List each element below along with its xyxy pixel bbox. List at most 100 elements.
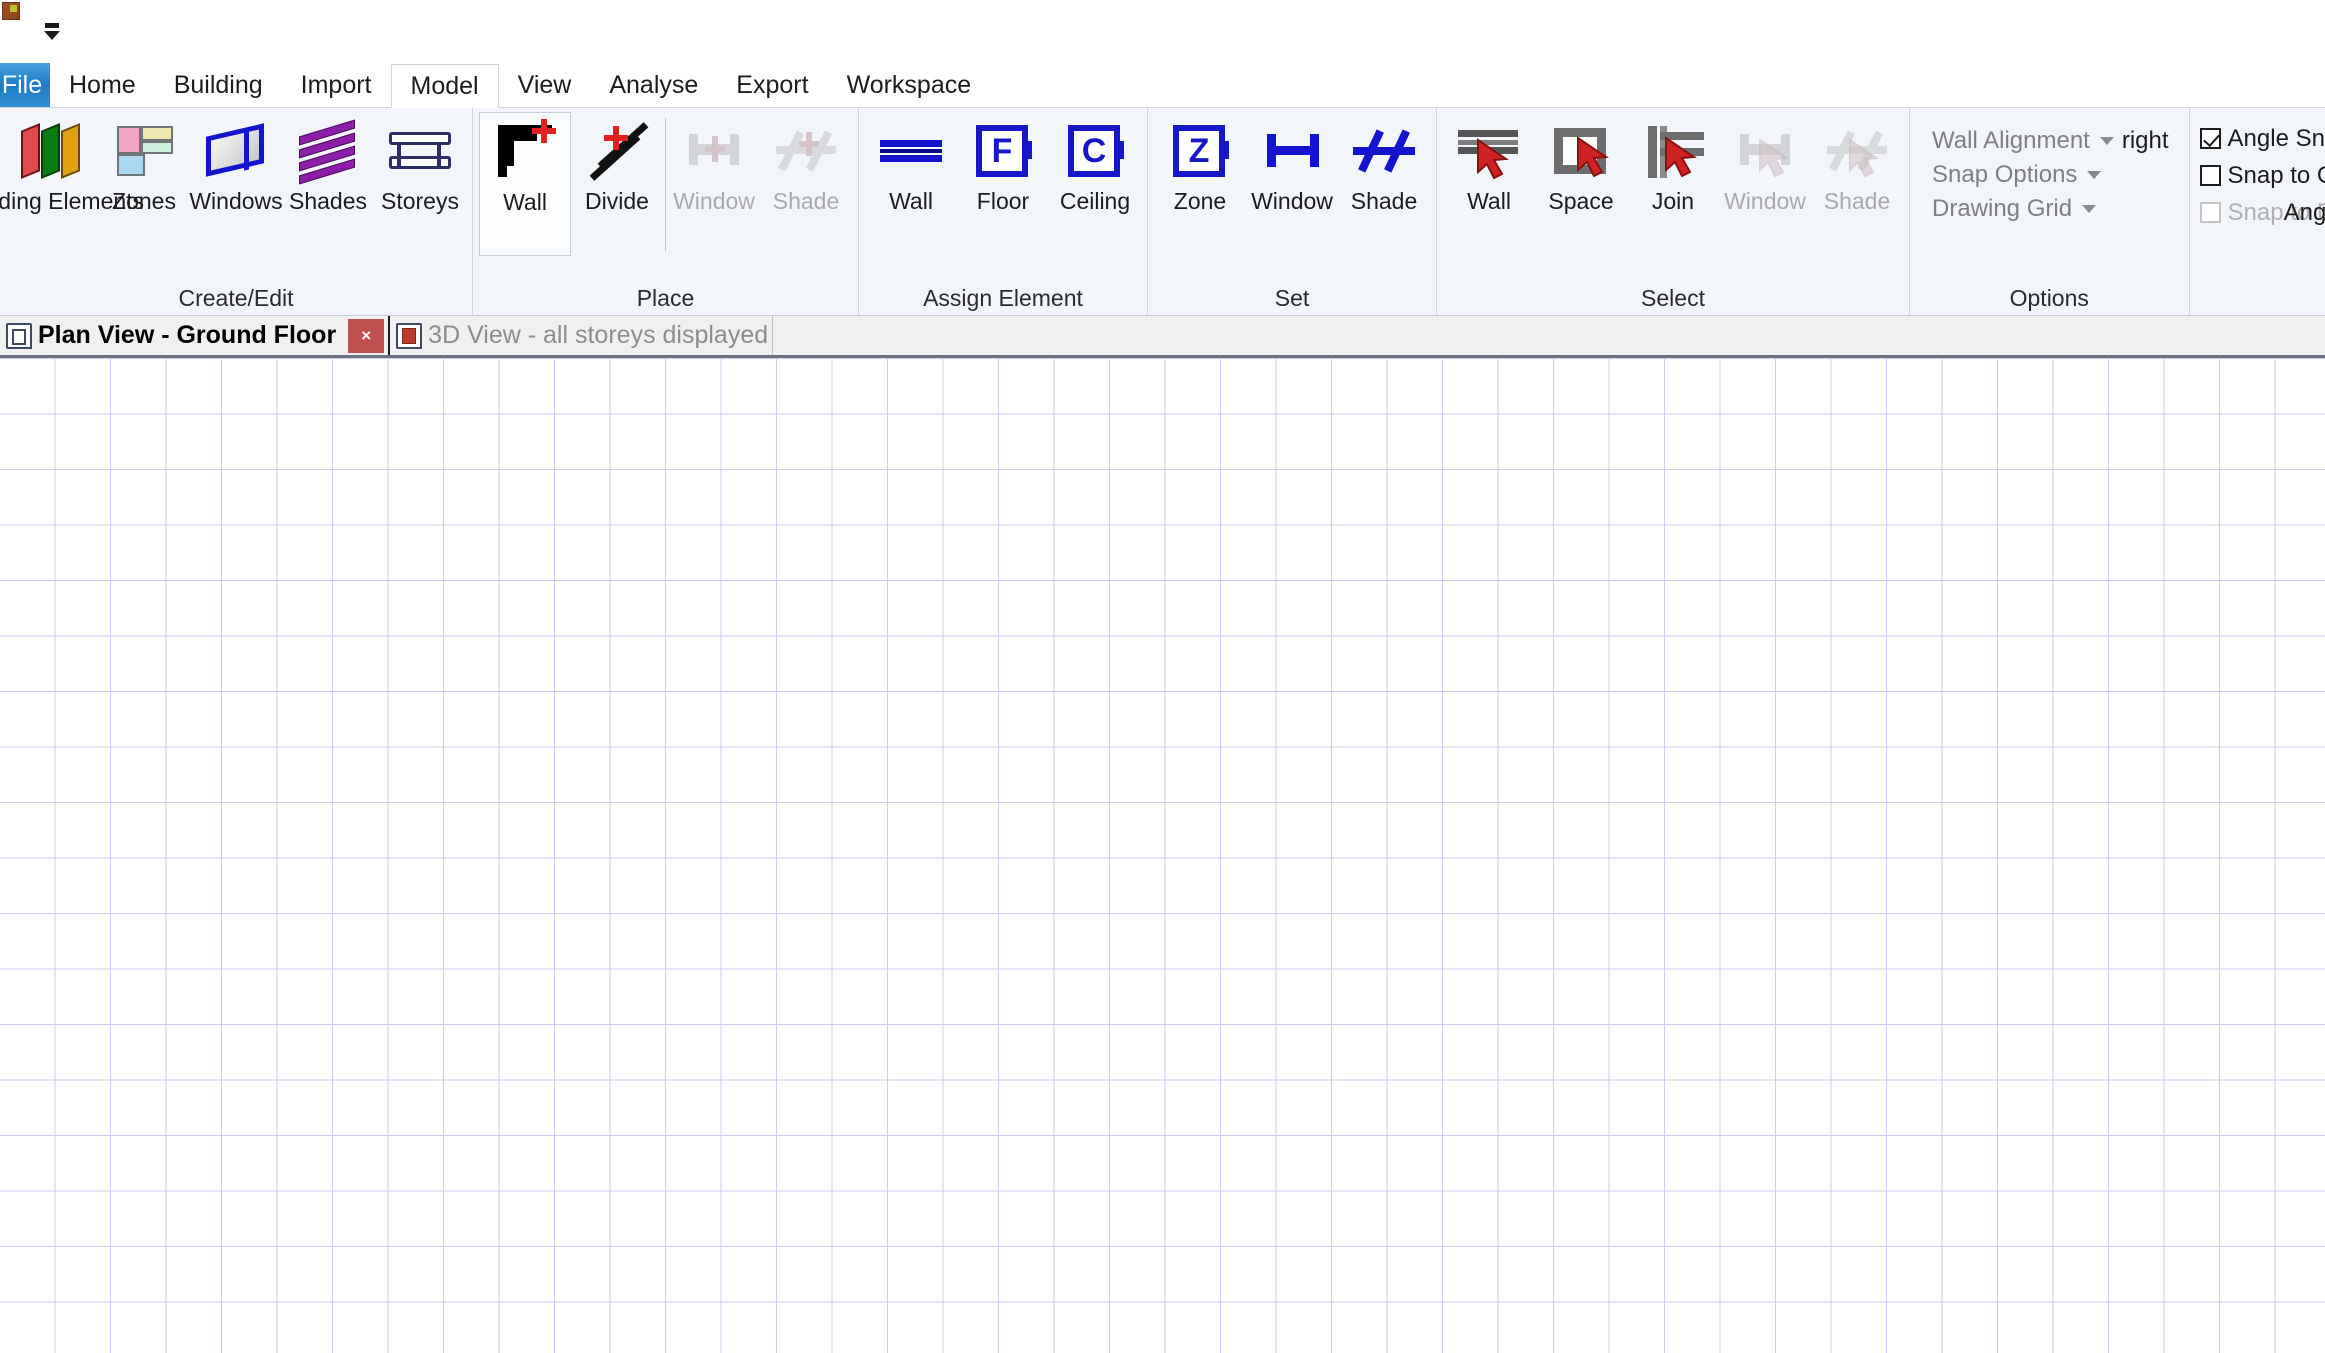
wall-alignment-value: right: [2121, 127, 2169, 154]
chevron-down-icon[interactable]: [2087, 171, 2102, 179]
windows-button[interactable]: Windows: [189, 112, 283, 214]
assign-floor-glyph: F: [982, 131, 1022, 171]
angle-snap-checkbox[interactable]: Angle Snap: [2199, 120, 2325, 157]
select-space-label: Space: [1548, 188, 1614, 214]
ribbon-group-drawing-grid: Angle Snap Snap to Grid Snap to DWG Grid…: [2190, 108, 2325, 315]
set-zone-label: Zone: [1173, 188, 1227, 214]
assign-ceiling-icon: C: [1060, 116, 1130, 186]
select-shade-button: Shade: [1811, 112, 1903, 214]
select-shade-icon: [1822, 116, 1892, 186]
tab-analyse[interactable]: Analyse: [590, 63, 717, 107]
place-shade-label: Shade: [772, 188, 840, 214]
grid-angle-label: Angle: [2283, 199, 2325, 226]
assign-wall-label: Wall: [889, 188, 933, 214]
snap-options-label: Snap Options: [1932, 161, 2078, 188]
chevron-down-icon[interactable]: [2099, 137, 2114, 145]
app-icon[interactable]: [2, 2, 20, 20]
set-zone-glyph: Z: [1179, 131, 1219, 171]
drawing-grid-dropdown[interactable]: Drawing Grid: [1932, 192, 2169, 226]
divide-icon: [582, 116, 652, 186]
plan-view-canvas[interactable]: [0, 358, 2325, 1353]
snap-to-grid-label: Snap to Grid: [2227, 161, 2325, 189]
place-window-button: Window: [668, 112, 760, 214]
select-join-icon: [1638, 116, 1708, 186]
shades-button[interactable]: Shades: [282, 112, 374, 214]
tab-workspace[interactable]: Workspace: [828, 63, 991, 107]
close-icon[interactable]: ×: [348, 318, 385, 353]
select-wall-label: Wall: [1467, 188, 1511, 214]
tab-export[interactable]: Export: [717, 63, 827, 107]
snap-options-dropdown[interactable]: Snap Options: [1932, 158, 2169, 192]
set-window-button[interactable]: Window: [1246, 112, 1338, 214]
place-wall-label: Wall: [503, 189, 547, 215]
assign-floor-label: Floor: [976, 188, 1030, 214]
ribbon-group-create-edit: Building Elements Zones Windows Shades S…: [0, 108, 473, 315]
place-window-icon: [679, 116, 749, 186]
set-shade-button[interactable]: Shade: [1338, 112, 1430, 214]
set-window-icon: [1257, 116, 1327, 186]
ribbon-tab-bar: File Home Building Import Model View Ana…: [0, 62, 2325, 108]
document-tab-bar: Plan View - Ground Floor × 3D View - all…: [0, 316, 2325, 358]
tab-view[interactable]: View: [499, 63, 591, 107]
group-title-set: Set: [1274, 285, 1310, 311]
tab-home[interactable]: Home: [50, 63, 155, 107]
place-wall-icon: [490, 117, 560, 187]
drawing-grid-dropdown-label: Drawing Grid: [1932, 195, 2073, 222]
divide-button[interactable]: Divide: [571, 112, 663, 214]
select-space-button[interactable]: Space: [1535, 112, 1627, 214]
storeys-label: Storeys: [381, 188, 459, 214]
checkbox-icon[interactable]: [2199, 165, 2221, 186]
select-wall-button[interactable]: Wall: [1443, 112, 1535, 214]
shades-icon: [293, 116, 363, 186]
windows-label: Windows: [189, 188, 283, 214]
select-join-button[interactable]: Join: [1627, 112, 1719, 214]
place-shade-button: Shade: [760, 112, 852, 214]
select-space-icon: [1546, 116, 1616, 186]
set-shade-icon: [1349, 116, 1419, 186]
assign-ceiling-glyph: C: [1074, 131, 1114, 171]
document-tab-3d-view[interactable]: 3D View - all storeys displayed: [390, 316, 774, 355]
checkbox-icon[interactable]: [2199, 128, 2221, 149]
document-tab-3d-view-label: 3D View - all storeys displayed: [428, 321, 769, 349]
tab-file[interactable]: File: [0, 63, 50, 107]
group-title-drawing-grid: Drawing Grid: [2190, 231, 2325, 265]
windows-icon: [201, 116, 271, 186]
document-tab-plan-view-label: Plan View - Ground Floor: [38, 321, 337, 349]
wall-alignment-dropdown[interactable]: Wall Alignment right: [1932, 124, 2169, 158]
set-zone-icon: Z: [1165, 116, 1235, 186]
storeys-icon: [385, 116, 455, 186]
shades-label: Shades: [288, 188, 367, 214]
snap-to-grid-checkbox[interactable]: Snap to Grid: [2199, 157, 2325, 194]
tab-import[interactable]: Import: [282, 63, 391, 107]
group-title-options: Options: [2009, 285, 2089, 311]
group-title-select: Select: [1641, 285, 1705, 311]
group-title-place: Place: [636, 285, 695, 311]
set-zone-button[interactable]: Z Zone: [1154, 112, 1246, 214]
storeys-button[interactable]: Storeys: [374, 112, 466, 214]
document-tab-plan-view[interactable]: Plan View - Ground Floor ×: [0, 316, 391, 355]
building-elements-button[interactable]: Building Elements: [0, 112, 144, 214]
assign-wall-button[interactable]: Wall: [865, 112, 957, 214]
assign-floor-icon: F: [968, 116, 1038, 186]
select-window-icon: [1730, 116, 1800, 186]
zones-icon: [109, 116, 179, 186]
tab-building[interactable]: Building: [155, 63, 282, 107]
assign-floor-button[interactable]: F Floor: [957, 112, 1049, 214]
select-window-label: Window: [1724, 188, 1806, 214]
tab-model[interactable]: Model: [390, 64, 499, 108]
group-title-assign-element: Assign Element: [923, 285, 1083, 311]
zones-button[interactable]: Zones: [98, 112, 190, 214]
quick-access-toolbar: [0, 0, 2325, 62]
zones-label: Zones: [112, 188, 176, 214]
ribbon-group-assign-element: Wall F Floor C Ceiling Assign Element: [859, 108, 1148, 315]
place-separator: [665, 118, 666, 251]
assign-ceiling-label: Ceiling: [1059, 188, 1131, 214]
place-wall-button[interactable]: Wall: [479, 112, 571, 256]
select-join-label: Join: [1651, 188, 1695, 214]
assign-ceiling-button[interactable]: C Ceiling: [1049, 112, 1141, 214]
set-shade-label: Shade: [1350, 188, 1418, 214]
customize-quick-access-icon[interactable]: [40, 20, 64, 42]
plan-view-icon: [6, 322, 32, 349]
three-d-view-icon: [396, 322, 423, 349]
chevron-down-icon[interactable]: [2082, 205, 2097, 213]
